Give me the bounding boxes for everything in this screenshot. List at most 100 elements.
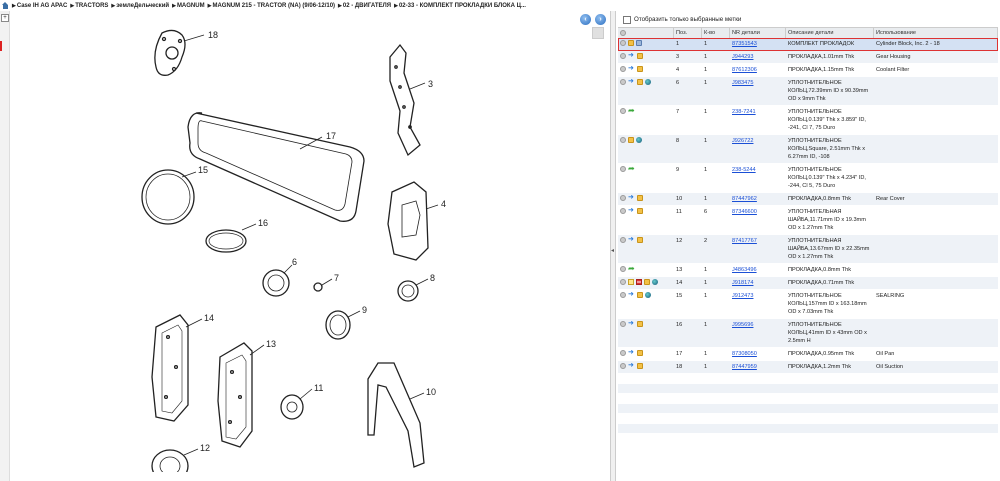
header-pos[interactable]: Поз. bbox=[674, 28, 702, 38]
replace-arrow-icon[interactable]: ➜ bbox=[628, 236, 635, 243]
part-number-link[interactable]: J912473 bbox=[732, 293, 753, 299]
breadcrumb-item[interactable]: ▶MAGNUM bbox=[172, 3, 205, 9]
table-row[interactable]: ➜ 4 1 87612306 ПРОКЛАДКА,1.15mm Thk Coolant F… bbox=[618, 64, 998, 77]
replace-arrow-icon[interactable]: ➜ bbox=[628, 291, 635, 298]
part-number-link[interactable]: 238-5244 bbox=[732, 167, 756, 173]
replace-arrow-icon[interactable]: ➜ bbox=[628, 207, 635, 214]
part-number-link[interactable]: J944293 bbox=[732, 54, 753, 60]
show-selected-only-checkbox[interactable] bbox=[623, 15, 631, 24]
table-row[interactable]: ➜ 16 1 J995696 УПЛОТНИТЕЛЬНОЕ КОЛЬЦ,41mm ID … bbox=[618, 319, 998, 348]
part-number-link[interactable]: 87612306 bbox=[732, 67, 757, 73]
package-icon[interactable] bbox=[637, 66, 643, 72]
part-number-link[interactable]: 238-7241 bbox=[732, 109, 756, 115]
info-icon[interactable] bbox=[620, 350, 626, 356]
key-icon[interactable] bbox=[636, 40, 642, 46]
info-icon[interactable] bbox=[620, 321, 626, 327]
info-icon[interactable] bbox=[620, 166, 626, 172]
info-icon[interactable] bbox=[620, 108, 626, 114]
globe-icon[interactable] bbox=[652, 279, 658, 285]
replace-arrow-icon[interactable]: ➜ bbox=[628, 320, 635, 327]
info-icon[interactable] bbox=[620, 292, 626, 298]
table-row[interactable]: 8 1 J926722 УПЛОТНИТЕЛЬНОЕ КОЛЬЦ,Square, 2.… bbox=[618, 135, 998, 164]
part-number-link[interactable]: J918174 bbox=[732, 280, 753, 286]
header-description[interactable]: Описание детали bbox=[786, 28, 874, 38]
zoom-in-icon[interactable]: + bbox=[1, 14, 9, 22]
package-icon[interactable] bbox=[628, 137, 634, 143]
table-row[interactable]: ➜ 3 1 J944293 ПРОКЛАДКА,1.01mm Thk Gear Housi… bbox=[618, 51, 998, 64]
globe-icon[interactable] bbox=[645, 292, 651, 298]
info-icon[interactable] bbox=[620, 79, 626, 85]
table-row[interactable]: ➜ 10 1 87447962 ПРОКЛАДКА,0.8mm Thk Rear Cove… bbox=[618, 193, 998, 206]
replace-arrow-icon[interactable]: ➜ bbox=[628, 194, 635, 201]
header-part-number[interactable]: NR детали bbox=[730, 28, 786, 38]
part-number-link[interactable]: J995696 bbox=[732, 322, 753, 328]
replace-arrow-icon[interactable]: ➜ bbox=[628, 349, 635, 356]
breadcrumb-item-current[interactable]: ▶02-33 - КОМПЛЕКТ ПРОКЛАДКИ БЛОКА Ц... bbox=[394, 3, 526, 9]
package-icon[interactable] bbox=[637, 79, 643, 85]
header-qty[interactable]: К-во bbox=[702, 28, 730, 38]
list-icon[interactable] bbox=[636, 279, 642, 285]
table-row[interactable]: ➜ 12 2 87417767 УПЛОТНИТЕЛЬНАЯ ШАЙБА,13.67mm… bbox=[618, 235, 998, 264]
package-icon[interactable] bbox=[637, 321, 643, 327]
breadcrumb-item[interactable]: ▶Case IH AG APAC bbox=[12, 3, 67, 9]
info-icon[interactable] bbox=[620, 40, 626, 46]
info-icon[interactable] bbox=[620, 30, 626, 36]
info-icon[interactable] bbox=[620, 266, 626, 272]
part-number-link[interactable]: 87447959 bbox=[732, 364, 757, 370]
part-number-link[interactable]: 87447962 bbox=[732, 196, 757, 202]
replace-arrow-icon[interactable]: ➜ bbox=[628, 65, 635, 72]
breadcrumb-item[interactable]: ▶02 - ДВИГАТЕЛЯ bbox=[338, 3, 391, 9]
package-icon[interactable] bbox=[637, 195, 643, 201]
table-row[interactable]: ➜ 6 1 J983475 УПЛОТНИТЕЛЬНОЕ КОЛЬЦ,72.39mm I… bbox=[618, 77, 998, 106]
package-icon[interactable] bbox=[637, 363, 643, 369]
prev-arrow-icon[interactable]: ‹ bbox=[580, 14, 591, 25]
part-number-link[interactable]: 87346600 bbox=[732, 209, 757, 215]
table-row[interactable]: ➦ 13 1 J4863496 ПРОКЛАДКА,0.8mm Thk bbox=[618, 264, 998, 277]
package-icon[interactable] bbox=[637, 237, 643, 243]
table-row[interactable]: ➜ 15 1 J912473 УПЛОТНИТЕЛЬНОЕ КОЛЬЦ,157mm ID… bbox=[618, 290, 998, 319]
table-row[interactable]: ➜ 18 1 87447959 ПРОКЛАДКА,1.2mm Thk Oil Sucti… bbox=[618, 361, 998, 374]
info-icon[interactable] bbox=[620, 53, 626, 59]
part-number-link[interactable]: 87308050 bbox=[732, 351, 757, 357]
note-icon[interactable] bbox=[628, 279, 634, 285]
table-row[interactable]: 1 1 87351543 КОМПЛЕКТ ПРОКЛАДОК Cylinder Blo… bbox=[618, 38, 998, 51]
part-number-link[interactable]: J4863496 bbox=[732, 267, 757, 273]
breadcrumb-item[interactable]: ▶MAGNUM 215 - TRACTOR (NA) (9/06-12/10) bbox=[208, 3, 335, 9]
forward-arrow-icon[interactable]: ➦ bbox=[628, 265, 636, 273]
package-icon[interactable] bbox=[628, 40, 634, 46]
part-number-link[interactable]: J983475 bbox=[732, 80, 753, 86]
info-icon[interactable] bbox=[620, 237, 626, 243]
next-arrow-icon[interactable]: › bbox=[595, 14, 606, 25]
package-icon[interactable] bbox=[637, 292, 643, 298]
package-icon[interactable] bbox=[637, 53, 643, 59]
home-icon[interactable] bbox=[2, 2, 9, 9]
part-number-link[interactable]: 87417767 bbox=[732, 238, 757, 244]
forward-arrow-icon[interactable]: ➦ bbox=[628, 107, 636, 115]
info-icon[interactable] bbox=[620, 208, 626, 214]
globe-icon[interactable] bbox=[645, 79, 651, 85]
part-number-link[interactable]: 87351543 bbox=[732, 41, 757, 47]
info-icon[interactable] bbox=[620, 195, 626, 201]
replace-arrow-icon[interactable]: ➜ bbox=[628, 362, 635, 369]
table-row[interactable]: ➦ 9 1 238-5244 УПЛОТНИТЕЛЬНОЕ КОЛЬЦ,0.139" T… bbox=[618, 164, 998, 193]
table-row[interactable]: ➦ 7 1 238-7241 УПЛОТНИТЕЛЬНОЕ КОЛЬЦ,0.139" T… bbox=[618, 106, 998, 135]
package-icon[interactable] bbox=[637, 350, 643, 356]
breadcrumb-item[interactable]: ▶землеДельческий bbox=[111, 3, 169, 9]
diagram-scroll-handle[interactable] bbox=[592, 27, 604, 39]
table-row[interactable]: 14 1 J918174 ПРОКЛАДКА,0.71mm Thk bbox=[618, 277, 998, 290]
part-number-link[interactable]: J926722 bbox=[732, 138, 753, 144]
header-usage[interactable]: Использование bbox=[874, 28, 998, 38]
replace-arrow-icon[interactable]: ➜ bbox=[628, 52, 635, 59]
breadcrumb-item[interactable]: ▶TRACTORS bbox=[70, 3, 108, 9]
package-icon[interactable] bbox=[637, 208, 643, 214]
collapse-arrow-icon[interactable]: ◂ bbox=[611, 247, 614, 254]
info-icon[interactable] bbox=[620, 137, 626, 143]
table-row[interactable]: ➜ 11 6 87346600 УПЛОТНИТЕЛЬНАЯ ШАЙБА,11.71mm… bbox=[618, 206, 998, 235]
table-row[interactable]: ➜ 17 1 87308050 ПРОКЛАДКА,0.95mm Thk Oil Pan bbox=[618, 348, 998, 361]
replace-arrow-icon[interactable]: ➜ bbox=[628, 78, 635, 85]
package-icon[interactable] bbox=[644, 279, 650, 285]
info-icon[interactable] bbox=[620, 279, 626, 285]
info-icon[interactable] bbox=[620, 66, 626, 72]
forward-arrow-icon[interactable]: ➦ bbox=[628, 165, 636, 173]
info-icon[interactable] bbox=[620, 363, 626, 369]
